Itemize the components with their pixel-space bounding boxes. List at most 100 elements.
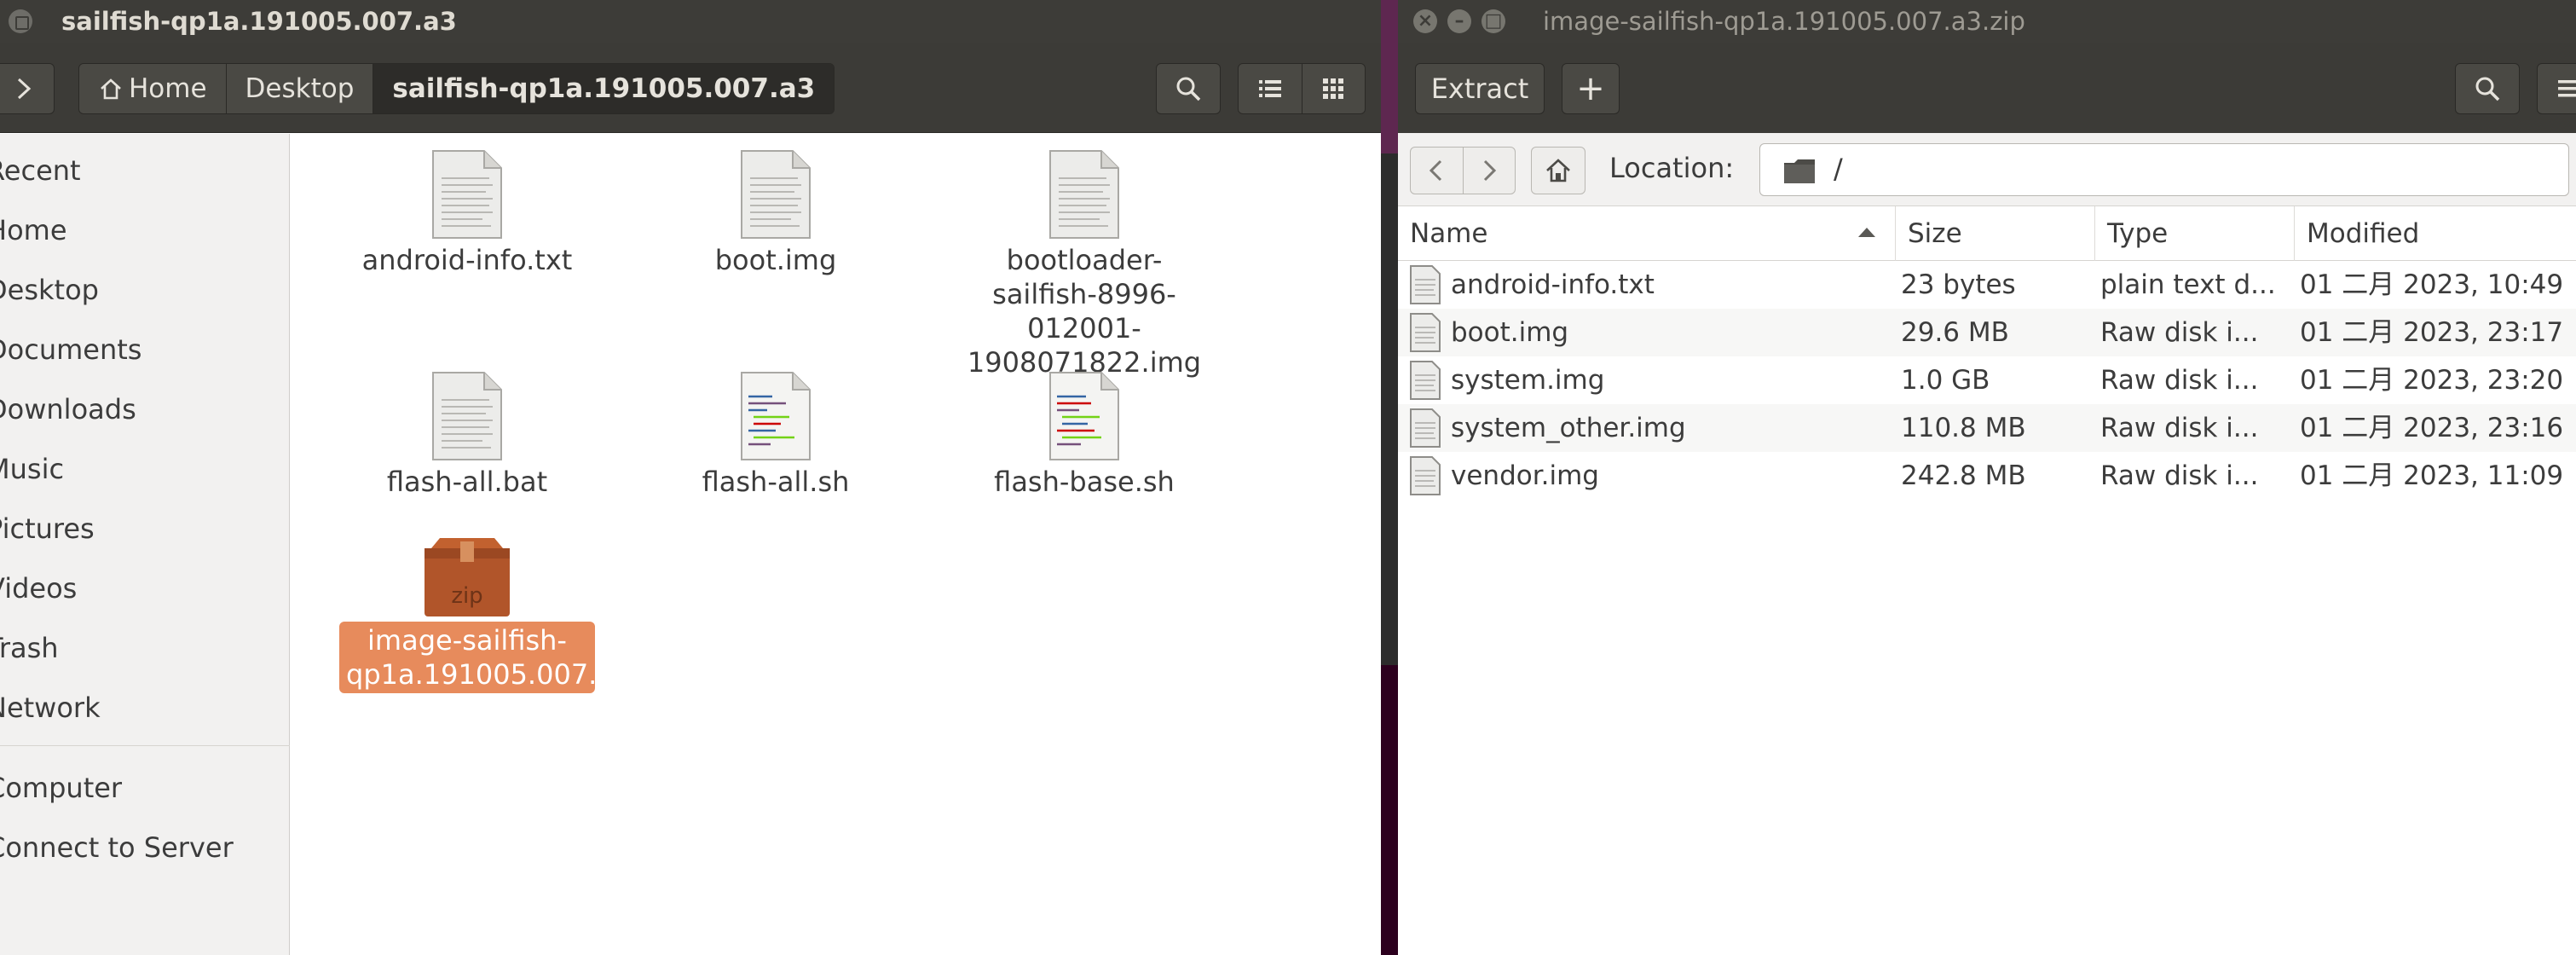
sidebar-item-recent[interactable]: Recent [0,147,290,194]
sidebar-item-documents[interactable]: Documents [0,326,290,373]
file-name: flash-all.bat [386,466,548,498]
row-modified: 01 二月 2023, 23:20 [2300,365,2564,396]
grid-view-button[interactable] [1301,64,1365,113]
sidebar-item-music[interactable]: Music [0,445,290,493]
sidebar-item-connect-to-server[interactable]: Connect to Server [0,824,290,871]
window-title: image-sailfish-qp1a.191005.007.a3.zip [1543,7,2025,36]
file-item[interactable]: android-info.txt [339,149,595,277]
window-gap [1381,0,1398,955]
row-type: Raw disk i... [2100,413,2259,443]
script-file-icon [741,372,811,460]
breadcrumb-desktop[interactable]: Desktop [226,64,374,113]
row-modified: 01 二月 2023, 23:17 [2300,317,2564,348]
file-manager-titlebar: sailfish-qp1a.191005.007.a3 [0,0,1381,43]
row-modified: 01 二月 2023, 11:09 [2300,460,2564,491]
breadcrumb-home[interactable]: Home [79,64,227,113]
text-file-icon [741,150,811,239]
sidebar-item-pictures[interactable]: Pictures [0,505,290,553]
text-file-icon [1410,408,1441,448]
text-file-icon [1410,361,1441,400]
sidebar-item-label: Documents [0,333,142,366]
sidebar-item-downloads[interactable]: Downloads [0,385,290,433]
sidebar-item-label: Trash [0,632,59,664]
zip-archive-icon: zip [425,538,510,616]
sidebar-item-trash[interactable]: Trash [0,624,290,672]
file-name: flash-all.sh [702,466,850,498]
text-file-icon [432,372,502,460]
file-grid: android-info.txt boot.img bootloader-sai… [300,134,1381,955]
forward-button[interactable] [0,63,55,114]
column-header-type[interactable]: Type [2095,206,2295,261]
home-button[interactable] [1531,147,1585,194]
table-row[interactable]: system_other.img 110.8 MB Raw disk i... … [1398,404,2576,452]
search-button[interactable] [2455,63,2520,114]
row-size: 1.0 GB [1901,365,1990,396]
row-type: Raw disk i... [2100,317,2259,348]
sidebar-item-desktop[interactable]: Desktop [0,266,290,314]
maximize-icon[interactable]: □ [1481,9,1505,33]
menu-button[interactable] [2537,63,2576,114]
breadcrumb-home-label: Home [129,73,207,104]
sidebar-item-label: Music [0,453,65,485]
table-row[interactable]: android-info.txt 23 bytes plain text d..… [1398,261,2576,309]
window-title: sailfish-qp1a.191005.007.a3 [61,7,457,36]
minimize-icon[interactable]: – [1447,9,1471,33]
table-row[interactable]: vendor.img 242.8 MB Raw disk i... 01 二月 … [1398,452,2576,500]
row-size: 110.8 MB [1901,413,2026,443]
breadcrumb: Home Desktop sailfish-qp1a.191005.007.a3 [78,63,835,114]
file-item[interactable]: flash-all.sh [648,371,904,499]
close-icon[interactable]: × [1413,9,1437,33]
add-files-button[interactable]: + [1562,63,1620,114]
extract-button[interactable]: Extract [1415,63,1545,114]
search-button[interactable] [1156,63,1221,114]
file-item-selected[interactable]: zip image-sailfish-qp1a.191005.007.a3.zi… [339,536,679,693]
row-name: boot.img [1451,317,1569,348]
row-modified: 01 二月 2023, 10:49 [2300,269,2564,300]
sidebar-item-computer[interactable]: Computer [0,764,290,812]
location-field[interactable]: / [1759,143,2569,196]
row-modified: 01 二月 2023, 23:16 [2300,413,2564,443]
text-file-icon [1410,456,1441,495]
sidebar-item-label: Connect to Server [0,831,234,864]
table-row[interactable]: boot.img 29.6 MB Raw disk i... 01 二月 202… [1398,309,2576,356]
file-name: flash-base.sh [994,466,1175,498]
sidebar-item-label: Computer [0,772,123,804]
sidebar-item-videos[interactable]: Videos [0,564,290,612]
breadcrumb-current[interactable]: sailfish-qp1a.191005.007.a3 [373,64,835,113]
back-button[interactable] [1411,148,1463,194]
file-name: bootloader-sailfish-8996-012001-19080718… [967,244,1202,379]
row-type: Raw disk i... [2100,365,2259,396]
file-name: image-sailfish-qp1a.191005.007.a3.zip [339,622,679,693]
location-value: / [1834,153,1843,185]
file-item[interactable]: boot.img [648,149,904,277]
column-header-name[interactable]: Name [1398,206,1896,261]
archive-toolbar: Extract + [1398,43,2576,133]
sidebar-item-label: Desktop [0,274,99,306]
sidebar-item-network[interactable]: Network [0,684,290,732]
file-name: android-info.txt [361,244,573,276]
sidebar-item-home[interactable]: Home [0,206,290,254]
navigation-buttons [1410,147,1516,194]
list-view-button[interactable] [1239,64,1302,113]
background-strip [1381,153,1398,665]
table-row[interactable]: system.img 1.0 GB Raw disk i... 01 二月 20… [1398,356,2576,404]
background-strip [1381,0,1398,153]
column-header-modified[interactable]: Modified [2295,206,2576,261]
home-icon [1546,159,1570,182]
sidebar-item-label: Videos [0,572,78,605]
file-item[interactable]: flash-all.bat [339,371,595,499]
file-item[interactable]: flash-base.sh [956,371,1212,499]
file-name: boot.img [714,244,837,276]
search-icon [2475,77,2500,101]
row-size: 23 bytes [1901,269,2016,300]
chevron-left-icon [1430,159,1442,182]
file-item[interactable]: bootloader-sailfish-8996-012001-19080718… [956,149,1212,379]
row-size: 242.8 MB [1901,460,2026,491]
forward-button[interactable] [1462,148,1516,194]
location-label: Location: [1609,152,1735,184]
sort-ascending-icon [1858,228,1875,237]
list-view-icon [1258,80,1281,97]
column-header-size[interactable]: Size [1896,206,2095,261]
row-name: system.img [1451,365,1605,396]
window-menu-icon[interactable] [9,9,32,33]
